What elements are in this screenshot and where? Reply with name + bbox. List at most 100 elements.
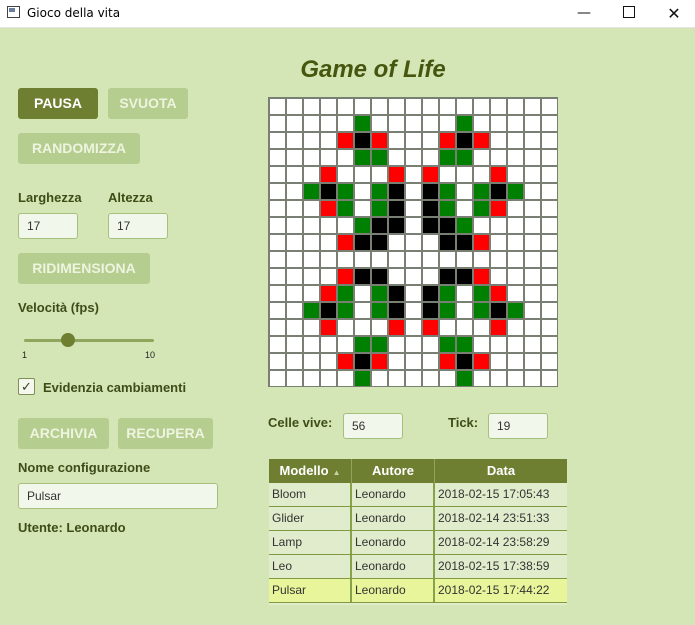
grid-cell-dead[interactable]	[474, 99, 489, 114]
grid-cell-dead[interactable]	[508, 252, 523, 267]
grid-cell-dead[interactable]	[406, 116, 421, 131]
grid-cell-dead[interactable]	[508, 99, 523, 114]
grid-cell-alive[interactable]	[389, 303, 404, 318]
grid-cell-dead[interactable]	[321, 354, 336, 369]
grid-cell-dead[interactable]	[389, 150, 404, 165]
grid-cell-dead[interactable]	[423, 269, 438, 284]
grid-cell-dead[interactable]	[474, 337, 489, 352]
grid-cell-dead[interactable]	[287, 235, 302, 250]
grid-cell-dead[interactable]	[525, 184, 540, 199]
grid-cell-born[interactable]	[372, 184, 387, 199]
game-grid[interactable]	[268, 97, 558, 387]
grid-cell-born[interactable]	[355, 150, 370, 165]
grid-cell-dead[interactable]	[542, 337, 557, 352]
grid-cell-dead[interactable]	[355, 99, 370, 114]
grid-cell-alive[interactable]	[372, 269, 387, 284]
grid-cell-dead[interactable]	[321, 269, 336, 284]
grid-cell-dying[interactable]	[423, 167, 438, 182]
grid-cell-dead[interactable]	[321, 371, 336, 386]
grid-cell-dying[interactable]	[338, 269, 353, 284]
grid-cell-alive[interactable]	[423, 218, 438, 233]
grid-cell-dead[interactable]	[542, 201, 557, 216]
grid-cell-dead[interactable]	[270, 337, 285, 352]
grid-cell-dead[interactable]	[304, 201, 319, 216]
grid-cell-dead[interactable]	[270, 116, 285, 131]
grid-cell-dead[interactable]	[355, 167, 370, 182]
grid-cell-dead[interactable]	[389, 133, 404, 148]
grid-cell-born[interactable]	[474, 286, 489, 301]
grid-cell-dead[interactable]	[270, 252, 285, 267]
grid-cell-dying[interactable]	[440, 133, 455, 148]
grid-cell-dead[interactable]	[423, 371, 438, 386]
grid-cell-dead[interactable]	[457, 99, 472, 114]
grid-cell-dead[interactable]	[287, 371, 302, 386]
grid-cell-alive[interactable]	[321, 184, 336, 199]
grid-cell-dead[interactable]	[423, 116, 438, 131]
grid-cell-born[interactable]	[355, 218, 370, 233]
grid-cell-dead[interactable]	[525, 116, 540, 131]
grid-cell-dead[interactable]	[457, 252, 472, 267]
grid-cell-dead[interactable]	[304, 235, 319, 250]
grid-cell-dead[interactable]	[491, 133, 506, 148]
grid-cell-dead[interactable]	[287, 218, 302, 233]
grid-cell-dead[interactable]	[508, 167, 523, 182]
grid-cell-dead[interactable]	[304, 133, 319, 148]
grid-cell-dying[interactable]	[321, 320, 336, 335]
grid-cell-dead[interactable]	[270, 167, 285, 182]
grid-cell-dying[interactable]	[474, 235, 489, 250]
grid-cell-dead[interactable]	[542, 320, 557, 335]
grid-cell-dying[interactable]	[423, 320, 438, 335]
grid-cell-alive[interactable]	[423, 184, 438, 199]
grid-cell-dead[interactable]	[525, 218, 540, 233]
column-header-model[interactable]: Modello ▲	[269, 459, 352, 483]
grid-cell-alive[interactable]	[389, 201, 404, 216]
grid-cell-dead[interactable]	[406, 371, 421, 386]
grid-cell-dead[interactable]	[270, 371, 285, 386]
grid-cell-dead[interactable]	[508, 269, 523, 284]
grid-cell-dead[interactable]	[287, 133, 302, 148]
randomize-button[interactable]: RANDOMIZZA	[18, 133, 140, 164]
grid-cell-dead[interactable]	[525, 133, 540, 148]
grid-cell-dead[interactable]	[304, 371, 319, 386]
grid-cell-born[interactable]	[440, 201, 455, 216]
grid-cell-dead[interactable]	[270, 235, 285, 250]
grid-cell-alive[interactable]	[389, 286, 404, 301]
grid-cell-dead[interactable]	[321, 337, 336, 352]
grid-cell-born[interactable]	[440, 184, 455, 199]
grid-cell-alive[interactable]	[457, 354, 472, 369]
grid-cell-dying[interactable]	[491, 286, 506, 301]
grid-cell-dead[interactable]	[389, 235, 404, 250]
grid-cell-dying[interactable]	[440, 354, 455, 369]
grid-cell-dead[interactable]	[372, 371, 387, 386]
grid-cell-dead[interactable]	[542, 252, 557, 267]
grid-cell-dead[interactable]	[270, 99, 285, 114]
grid-cell-dead[interactable]	[525, 150, 540, 165]
grid-cell-born[interactable]	[372, 286, 387, 301]
grid-cell-born[interactable]	[457, 150, 472, 165]
grid-cell-dead[interactable]	[270, 184, 285, 199]
grid-cell-born[interactable]	[440, 303, 455, 318]
grid-cell-alive[interactable]	[389, 218, 404, 233]
grid-cell-alive[interactable]	[355, 235, 370, 250]
grid-cell-born[interactable]	[474, 303, 489, 318]
grid-cell-dead[interactable]	[270, 269, 285, 284]
grid-cell-dying[interactable]	[491, 320, 506, 335]
grid-cell-dead[interactable]	[542, 150, 557, 165]
grid-cell-dead[interactable]	[338, 167, 353, 182]
grid-cell-dead[interactable]	[508, 371, 523, 386]
grid-cell-dead[interactable]	[491, 150, 506, 165]
highlight-checkbox[interactable]: ✓	[18, 378, 35, 395]
resize-button[interactable]: RIDIMENSIONA	[18, 253, 150, 284]
grid-cell-dying[interactable]	[491, 201, 506, 216]
grid-cell-alive[interactable]	[457, 269, 472, 284]
grid-cell-dead[interactable]	[423, 133, 438, 148]
grid-cell-alive[interactable]	[440, 218, 455, 233]
grid-cell-dead[interactable]	[457, 201, 472, 216]
table-row[interactable]: Leo Leonardo 2018-02-15 17:38:59	[269, 555, 567, 579]
grid-cell-alive[interactable]	[440, 269, 455, 284]
grid-cell-dead[interactable]	[423, 337, 438, 352]
grid-cell-dead[interactable]	[491, 354, 506, 369]
grid-cell-dead[interactable]	[423, 99, 438, 114]
grid-cell-dead[interactable]	[287, 269, 302, 284]
grid-cell-dead[interactable]	[287, 354, 302, 369]
